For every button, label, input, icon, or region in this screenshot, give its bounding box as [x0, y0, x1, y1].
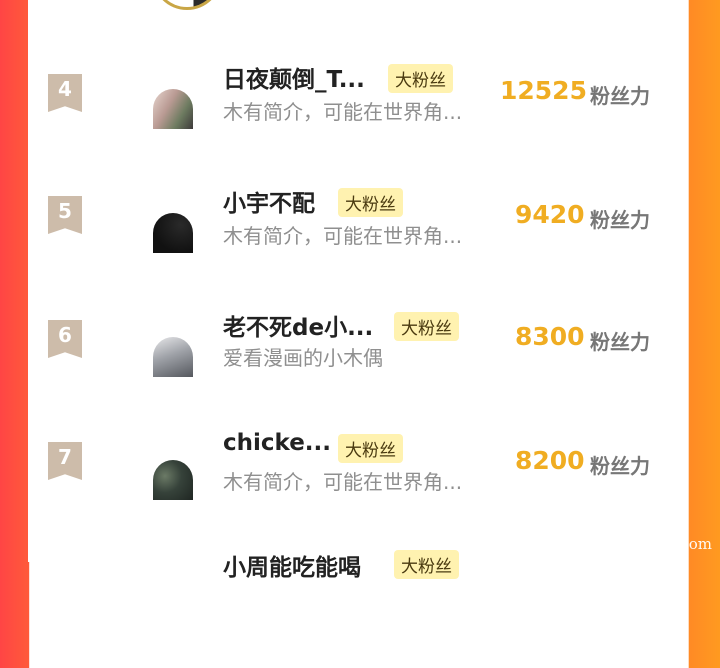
watermark-text: 嗨皮漫画 hipmh.com [562, 535, 712, 553]
fan-level-badge: 大粉丝 [338, 434, 403, 463]
fan-level-badge: 大粉丝 [388, 64, 453, 93]
list-item[interactable]: 小周能吃能喝 大粉丝 [28, 548, 688, 668]
fan-power-value: 8300 [515, 322, 585, 351]
list-item[interactable]: 6 老不死de小... 大粉丝 爱看漫画的小木偶 8300 粉丝力 [28, 300, 688, 420]
user-name[interactable]: 老不死de小... [223, 308, 373, 342]
user-bio: 木有简介，可能在世界角... [223, 470, 463, 494]
list-item[interactable]: 7 chicke... 大粉丝 木有简介，可能在世界角... 8200 粉丝力 [28, 424, 688, 544]
user-bio: 爱看漫画的小木偶 [223, 346, 383, 370]
avatar[interactable] [153, 337, 193, 377]
fan-power-label: 粉丝力 [590, 330, 650, 354]
user-name[interactable]: 小周能吃能喝 [223, 548, 361, 582]
list-item[interactable]: 4 日夜颠倒_T... 大粉丝 木有简介，可能在世界角... 12525 粉丝力 [28, 52, 688, 172]
fan-power-label: 粉丝力 [590, 84, 650, 108]
avatar[interactable] [153, 89, 193, 129]
fan-power-value: 8200 [515, 446, 585, 475]
fan-level-badge: 大粉丝 [394, 312, 459, 341]
rank-badge: 4 [48, 74, 82, 112]
fan-level-badge: 大粉丝 [394, 550, 459, 579]
avatar-top-rank[interactable] [152, 0, 222, 10]
fan-level-badge: 大粉丝 [338, 188, 403, 217]
avatar[interactable] [153, 460, 193, 500]
fan-ranking-panel: 4 日夜颠倒_T... 大粉丝 木有简介，可能在世界角... 12525 粉丝力… [28, 0, 688, 581]
user-bio: 木有简介，可能在世界角... [223, 224, 463, 248]
fan-power-value: 12525 [500, 76, 587, 105]
user-name[interactable]: 日夜颠倒_T... [223, 60, 365, 94]
rank-badge: 5 [48, 196, 82, 234]
rank-badge: 6 [48, 320, 82, 358]
fan-power-value: 9420 [515, 200, 585, 229]
fan-power-label: 粉丝力 [590, 454, 650, 478]
avatar[interactable] [153, 213, 193, 253]
user-name[interactable]: 小宇不配 [223, 184, 315, 218]
user-bio: 木有简介，可能在世界角... [223, 100, 463, 124]
fan-power-label: 粉丝力 [590, 208, 650, 232]
list-item[interactable]: 5 小宇不配 大粉丝 木有简介，可能在世界角... 9420 粉丝力 [28, 176, 688, 296]
user-name[interactable]: chicke... [223, 430, 331, 456]
rank-badge: 7 [48, 442, 82, 480]
